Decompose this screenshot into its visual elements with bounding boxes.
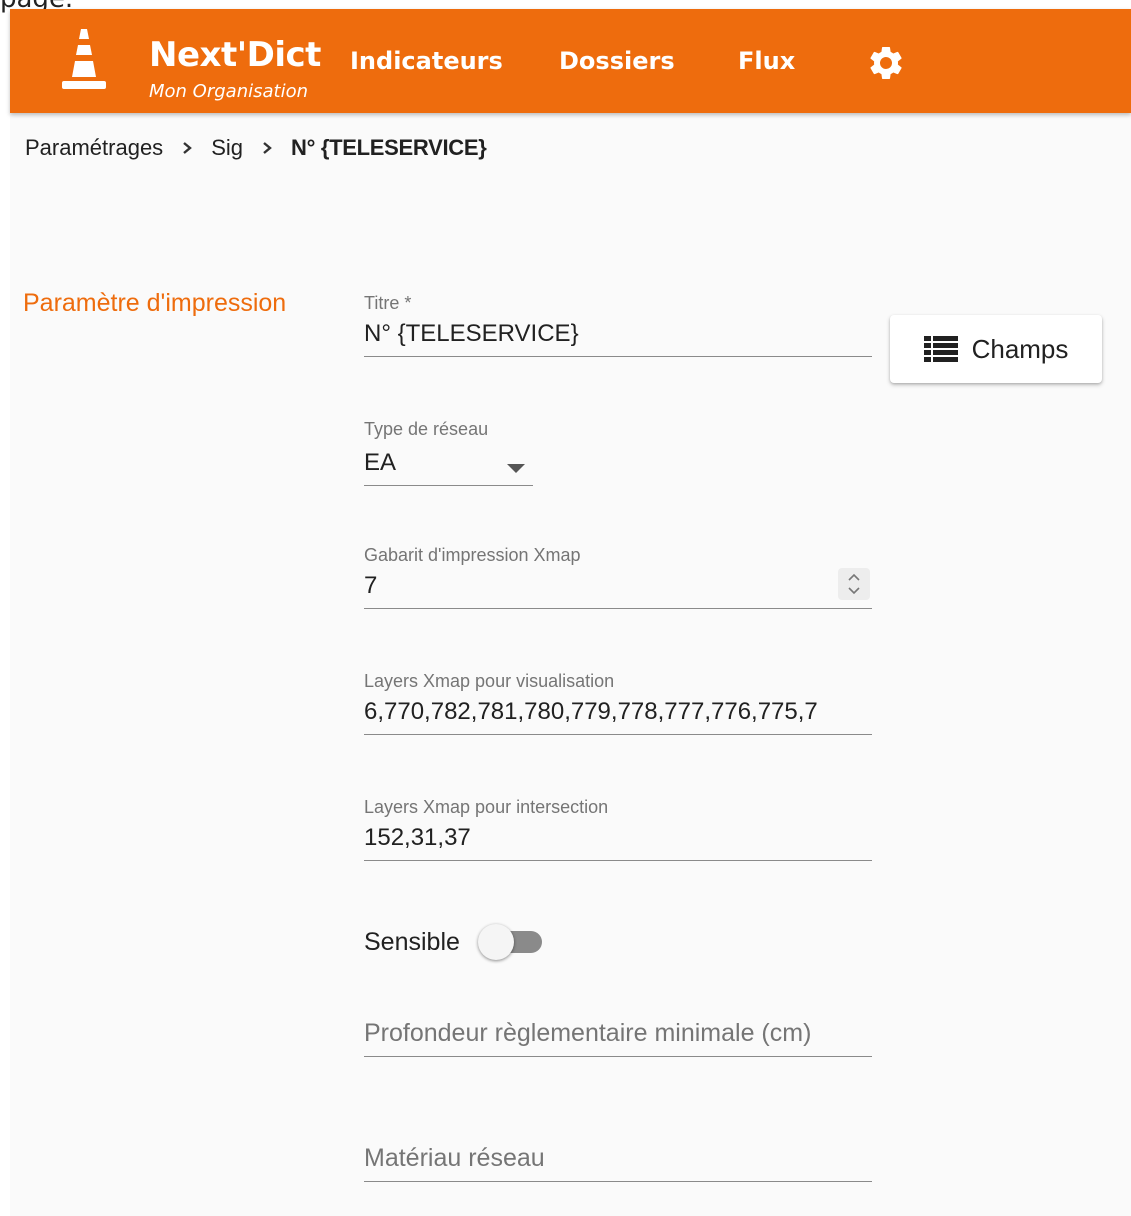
layers-visualisation-field: Layers Xmap pour visualisation: [364, 671, 872, 735]
nav-indicateurs[interactable]: Indicateurs: [350, 47, 503, 75]
number-spinner[interactable]: [838, 568, 870, 600]
traffic-cone-icon[interactable]: [60, 29, 108, 95]
sensible-label: Sensible: [364, 927, 460, 956]
champs-button-label: Champs: [971, 333, 1069, 364]
nav-dossiers[interactable]: Dossiers: [559, 47, 675, 75]
profondeur-input[interactable]: [364, 1019, 872, 1048]
breadcrumb: Paramétrages Sig N° {TELESERVICE}: [25, 135, 487, 161]
breadcrumb-parametrages[interactable]: Paramétrages: [25, 135, 163, 161]
layers-visualisation-label: Layers Xmap pour visualisation: [364, 671, 615, 691]
nav-flux[interactable]: Flux: [738, 47, 795, 75]
app-frame: Next'Dict Mon Organisation Indicateurs D…: [10, 9, 1131, 1216]
breadcrumb-sig[interactable]: Sig: [211, 135, 243, 161]
titre-input[interactable]: [364, 320, 872, 348]
type-reseau-value: EA: [364, 449, 397, 476]
list-icon: [923, 336, 958, 362]
spinner-arrows-icon: [848, 573, 860, 595]
materiau-input[interactable]: [364, 1144, 872, 1173]
app-bar: Next'Dict Mon Organisation Indicateurs D…: [10, 9, 1131, 113]
gabarit-field: Gabarit d'impression Xmap: [364, 545, 872, 609]
app-brand[interactable]: Next'Dict: [149, 35, 321, 75]
layers-intersection-label: Layers Xmap pour intersection: [364, 797, 609, 817]
organisation-name: Mon Organisation: [149, 81, 308, 102]
chevron-right-icon: [183, 142, 193, 154]
titre-field: Titre *: [364, 293, 872, 357]
section-title: Paramètre d'impression: [23, 289, 287, 317]
chevron-right-icon: [263, 142, 272, 154]
type-reseau-select[interactable]: EA: [364, 419, 533, 495]
gabarit-input[interactable]: [364, 572, 872, 600]
caret-down-icon: [507, 464, 525, 473]
sensible-row: Sensible: [364, 924, 544, 960]
champs-button[interactable]: Champs: [890, 315, 1102, 383]
breadcrumb-current: N° {TELESERVICE}: [290, 135, 487, 160]
gabarit-label: Gabarit d'impression Xmap: [364, 545, 581, 565]
profondeur-field: [364, 1019, 872, 1057]
materiau-field: [364, 1144, 872, 1182]
gear-icon[interactable]: [866, 43, 906, 83]
layers-visualisation-input[interactable]: [364, 698, 872, 726]
titre-label: Titre *: [364, 293, 412, 313]
toggle-thumb: [477, 924, 514, 960]
layers-intersection-field: Layers Xmap pour intersection: [364, 797, 872, 861]
sensible-toggle[interactable]: [477, 924, 544, 960]
layers-intersection-input[interactable]: [364, 824, 872, 852]
